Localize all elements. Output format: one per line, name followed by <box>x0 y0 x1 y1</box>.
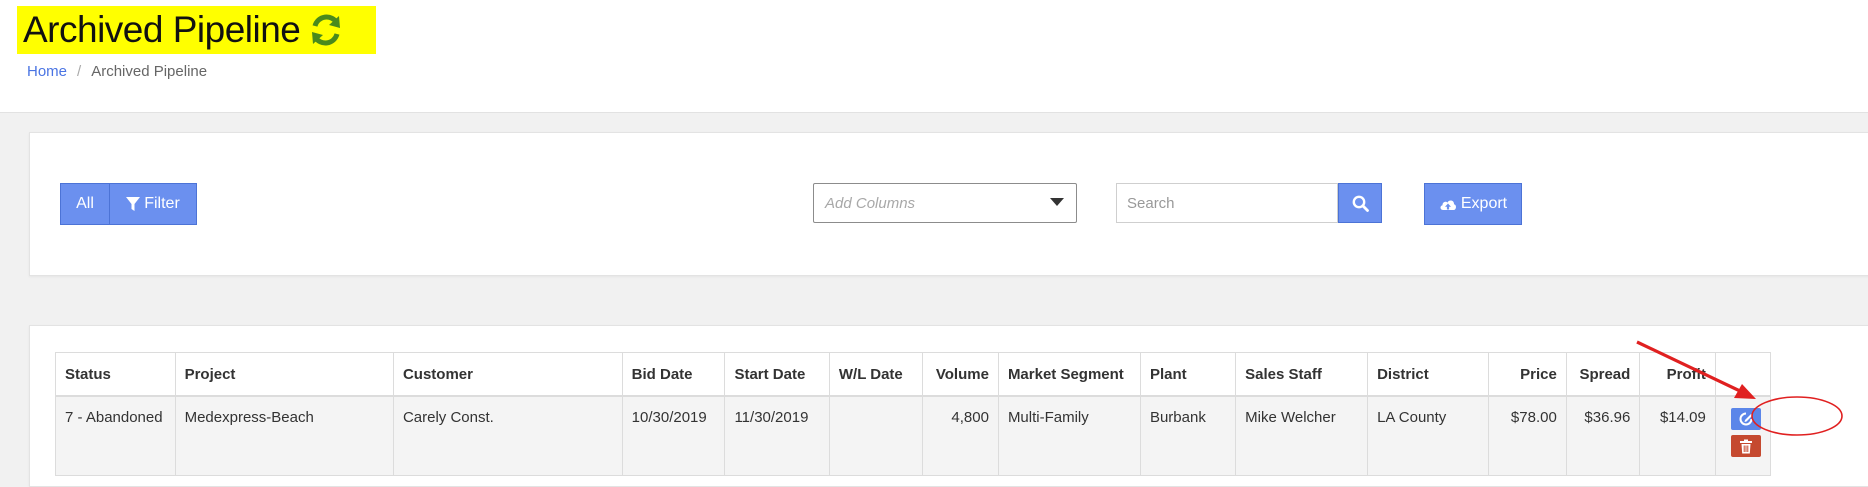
filter-icon <box>126 196 141 211</box>
all-button[interactable]: All <box>61 184 110 224</box>
page-header: Archived Pipeline Home / Archived Pipeli… <box>0 0 1868 113</box>
add-columns-placeholder: Add Columns <box>825 195 916 212</box>
edit-button[interactable] <box>1730 408 1761 430</box>
cell-profit: $14.09 <box>1639 395 1716 476</box>
column-header-customer[interactable]: Customer <box>392 352 623 397</box>
cell-volume: 4,800 <box>921 395 999 476</box>
search-button[interactable] <box>1338 183 1382 223</box>
breadcrumb-home-link[interactable]: Home <box>27 63 67 80</box>
cell-sales-staff: Mike Welcher <box>1235 395 1369 476</box>
cell-customer: Carely Const. <box>392 395 623 476</box>
all-button-label: All <box>76 195 94 212</box>
cloud-upload-icon <box>1440 200 1456 210</box>
column-header-bid-date[interactable]: Bid Date <box>621 352 726 397</box>
table-header-row: Status Project Customer Bid Date Start D… <box>55 352 1772 397</box>
column-header-plant[interactable]: Plant <box>1139 352 1237 397</box>
edit-icon <box>1739 412 1753 426</box>
column-header-status[interactable]: Status <box>55 352 176 397</box>
filter-button-label: Filter <box>144 195 180 212</box>
export-button-label: Export <box>1460 195 1508 212</box>
column-header-market-segment[interactable]: Market Segment <box>997 352 1141 397</box>
search-icon <box>1352 195 1369 212</box>
refresh-icon[interactable] <box>308 12 344 48</box>
export-button[interactable]: Export <box>1424 183 1522 225</box>
breadcrumb-separator: / <box>77 63 82 80</box>
cell-price: $78.00 <box>1487 395 1567 476</box>
column-header-sales-staff[interactable]: Sales Staff <box>1235 352 1369 397</box>
breadcrumb-current: Archived Pipeline <box>91 63 208 80</box>
pipeline-table: Status Project Customer Bid Date Start D… <box>55 352 1772 476</box>
cell-wl-date <box>828 395 923 476</box>
cell-market-segment: Multi-Family <box>997 395 1141 476</box>
page-title-highlight: Archived Pipeline <box>17 6 377 54</box>
cell-spread: $36.96 <box>1565 395 1641 476</box>
filter-button-group: All Filter <box>60 183 197 225</box>
column-header-start-date[interactable]: Start Date <box>724 352 830 397</box>
cell-start-date: 11/30/2019 <box>724 395 830 476</box>
column-header-price[interactable]: Price <box>1487 352 1567 397</box>
chevron-down-icon <box>1050 198 1064 206</box>
column-header-profit[interactable]: Profit <box>1639 352 1716 397</box>
column-header-spread[interactable]: Spread <box>1565 352 1641 397</box>
trash-icon <box>1739 439 1752 453</box>
pipeline-table-card: Status Project Customer Bid Date Start D… <box>29 325 1868 487</box>
breadcrumb: Home / Archived Pipeline <box>27 63 207 80</box>
page-title: Archived Pipeline <box>23 9 301 50</box>
cell-status: 7 - Abandoned <box>55 395 176 476</box>
add-columns-select[interactable]: Add Columns <box>813 183 1077 223</box>
cell-actions <box>1714 395 1772 476</box>
search-input[interactable] <box>1116 183 1338 223</box>
column-header-district[interactable]: District <box>1367 352 1489 397</box>
filter-button[interactable]: Filter <box>110 184 196 224</box>
column-header-wl-date[interactable]: W/L Date <box>828 352 923 397</box>
column-header-volume[interactable]: Volume <box>921 352 999 397</box>
table-row[interactable]: 7 - Abandoned Medexpress-Beach Carely Co… <box>55 395 1772 476</box>
cell-bid-date: 10/30/2019 <box>621 395 726 476</box>
cell-district: LA County <box>1367 395 1489 476</box>
cell-plant: Burbank <box>1139 395 1237 476</box>
toolbar-card: All Filter Add Columns Export <box>29 132 1868 276</box>
column-header-actions <box>1714 352 1772 397</box>
delete-button[interactable] <box>1730 435 1761 457</box>
column-header-project[interactable]: Project <box>174 352 394 397</box>
cell-project: Medexpress-Beach <box>174 395 394 476</box>
